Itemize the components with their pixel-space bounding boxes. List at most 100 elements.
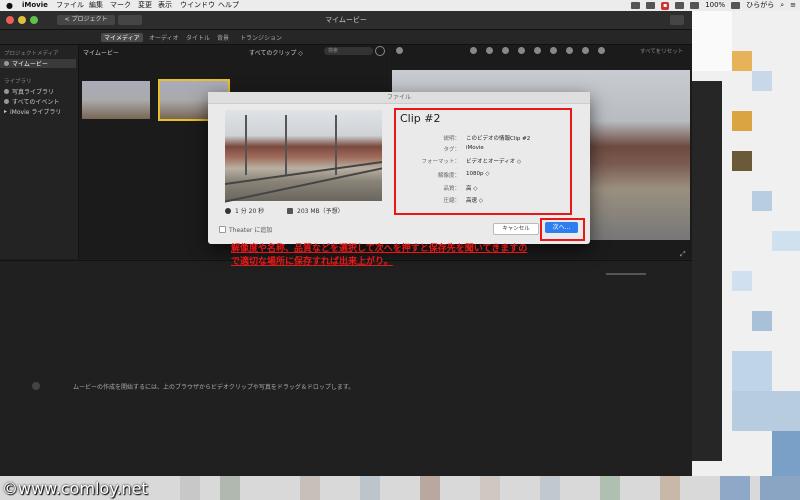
share-button[interactable] bbox=[670, 15, 684, 25]
speed-icon[interactable] bbox=[566, 47, 573, 54]
clip-title-field[interactable]: Clip #2 bbox=[400, 112, 441, 125]
menu-window[interactable]: ウインドウ bbox=[180, 0, 215, 11]
format-select[interactable]: ビデオとオーディオ ◇ bbox=[466, 157, 521, 165]
menu-modify[interactable]: 変更 bbox=[138, 0, 152, 11]
file-size-icon bbox=[287, 207, 293, 214]
sidebar-item-label: マイムービー bbox=[12, 61, 48, 68]
tab-backgrounds[interactable]: 背景 bbox=[217, 33, 229, 42]
size-value: 203 MB（予想） bbox=[297, 208, 344, 215]
clip-filter-icon[interactable] bbox=[582, 47, 589, 54]
property-label: 解像度： bbox=[437, 173, 460, 179]
photos-icon bbox=[4, 89, 9, 94]
description-field[interactable]: このビデオの情報Clip #2 bbox=[466, 134, 530, 142]
apple-icon[interactable]: ● bbox=[6, 0, 13, 11]
property-label: 圧縮： bbox=[443, 198, 460, 204]
tray-icon[interactable] bbox=[631, 2, 641, 9]
wifi-icon[interactable] bbox=[690, 2, 700, 9]
next-button[interactable]: 次へ... bbox=[545, 222, 578, 233]
battery-percent[interactable]: 100% bbox=[705, 0, 725, 11]
sidebar-item-all-events[interactable]: すべてのイベント bbox=[4, 97, 59, 106]
window-title: マイムービー bbox=[325, 16, 367, 24]
annotation-caption: 解像度や名称、品質などを選択して次へを押すと保存先を聞いてきますの で適切な場所… bbox=[231, 243, 576, 269]
import-icon[interactable] bbox=[126, 15, 142, 25]
title-bar: < プロジェクト マイムービー bbox=[0, 11, 692, 30]
clip-filter-dropdown[interactable]: すべてのクリップ ◇ bbox=[249, 48, 303, 57]
clip-preview-image bbox=[225, 110, 382, 203]
sidebar-item-label: iMovie ライブラリ bbox=[10, 109, 62, 116]
adjustment-toolbar: すべてをリセット bbox=[390, 45, 692, 57]
noise-reduction-icon[interactable] bbox=[550, 47, 557, 54]
property-label: 品質： bbox=[443, 186, 460, 192]
battery-icon[interactable] bbox=[731, 2, 741, 9]
cancel-button[interactable]: キャンセル bbox=[493, 223, 539, 235]
film-icon bbox=[4, 61, 9, 66]
browser-header: マイムービー bbox=[83, 50, 119, 57]
project-media-header: プロジェクトメディア bbox=[4, 51, 59, 57]
settings-icon[interactable] bbox=[375, 46, 385, 56]
theater-label: Theater に追加 bbox=[229, 227, 273, 234]
menu-help[interactable]: ヘルプ bbox=[218, 0, 239, 11]
magic-wand-icon[interactable] bbox=[396, 47, 403, 54]
adjacent-window-edge bbox=[692, 81, 722, 461]
menu-file[interactable]: ファイル bbox=[56, 0, 84, 11]
menu-view[interactable]: 表示 bbox=[158, 0, 172, 11]
disclosure-triangle-icon[interactable]: ▸ bbox=[4, 108, 7, 115]
quality-select[interactable]: 高 ◇ bbox=[466, 184, 477, 192]
menu-app-name[interactable]: iMovie bbox=[22, 0, 48, 11]
tab-audio[interactable]: オーディオ bbox=[149, 33, 179, 42]
tray-icon[interactable] bbox=[646, 2, 656, 9]
duration-value: 1 分 20 秒 bbox=[235, 208, 265, 215]
checkbox-icon[interactable] bbox=[219, 226, 226, 233]
caption-line: で適切な場所に保存すれば出来上がり。 bbox=[231, 257, 393, 267]
search-input[interactable]: 検索 bbox=[324, 47, 373, 55]
tags-field[interactable]: iMovie bbox=[466, 145, 484, 151]
timeline-placeholder-icon bbox=[32, 382, 40, 390]
menu-edit[interactable]: 編集 bbox=[89, 0, 103, 11]
clip-thumbnail[interactable] bbox=[82, 81, 150, 119]
minimize-window-icon[interactable] bbox=[18, 16, 26, 24]
property-label: 説明： bbox=[443, 136, 460, 142]
sidebar-item-imovie-library[interactable]: ▸ iMovie ライブラリ bbox=[4, 107, 61, 116]
reset-all-button[interactable]: すべてをリセット bbox=[640, 47, 683, 55]
mac-menu-bar: ● iMovie ファイル 編集 マーク 変更 表示 ウインドウ ヘルプ ▪ 1… bbox=[0, 0, 800, 11]
stabilization-icon[interactable] bbox=[518, 47, 525, 54]
duration-info: 1 分 20 秒 bbox=[225, 206, 264, 215]
library-header: ライブラリ bbox=[4, 79, 32, 85]
tray-icon[interactable] bbox=[675, 2, 685, 9]
close-window-icon[interactable] bbox=[6, 16, 14, 24]
zoom-slider[interactable] bbox=[606, 273, 646, 275]
theater-checkbox[interactable]: Theater に追加 bbox=[219, 225, 272, 234]
tab-titles[interactable]: タイトル bbox=[186, 33, 210, 42]
menu-user[interactable]: ひらがら bbox=[746, 0, 774, 11]
info-icon[interactable] bbox=[598, 47, 605, 54]
compression-select[interactable]: 高速 ◇ bbox=[466, 196, 483, 204]
fullscreen-icon[interactable]: ⤢ bbox=[680, 250, 686, 259]
color-balance-icon[interactable] bbox=[470, 47, 477, 54]
volume-icon[interactable] bbox=[534, 47, 541, 54]
sidebar-item-label: すべてのイベント bbox=[12, 99, 60, 106]
list-icon[interactable]: ≡ bbox=[790, 0, 796, 11]
color-correction-icon[interactable] bbox=[486, 47, 493, 54]
tab-transitions[interactable]: トランジション bbox=[240, 33, 282, 42]
crop-icon[interactable] bbox=[502, 47, 509, 54]
zoom-window-icon[interactable] bbox=[30, 16, 38, 24]
menu-mark[interactable]: マーク bbox=[110, 0, 131, 11]
sidebar-item-photos[interactable]: 写真ライブラリ bbox=[4, 87, 54, 96]
tray-badge-icon[interactable]: ▪ bbox=[661, 1, 670, 10]
clock-icon bbox=[225, 207, 231, 214]
property-label: フォーマット： bbox=[421, 159, 460, 165]
dialog-title: ファイル bbox=[208, 92, 590, 104]
projects-button[interactable]: < プロジェクト bbox=[57, 15, 115, 25]
events-icon bbox=[4, 99, 9, 104]
watermark: ©www.comloy.net bbox=[2, 479, 148, 498]
sidebar-item-my-movie[interactable]: マイムービー bbox=[0, 59, 76, 68]
property-label: タグ： bbox=[443, 147, 460, 153]
timeline: ムービーの作成を開始するには、上のブラウザからビデオクリップや写真をドラッグ＆ド… bbox=[0, 260, 692, 477]
tab-my-media[interactable]: マイメディア bbox=[101, 33, 143, 42]
search-icon[interactable]: ⌕ bbox=[780, 0, 784, 11]
timeline-empty-message: ムービーの作成を開始するには、上のブラウザからビデオクリップや写真をドラッグ＆ド… bbox=[73, 384, 355, 391]
media-tabs: マイメディア オーディオ タイトル 背景 トランジション bbox=[0, 30, 692, 45]
export-file-dialog: ファイル 1 分 20 秒 203 MB（予想） Theater に追加 Cli… bbox=[208, 92, 590, 244]
resolution-select[interactable]: 1080p ◇ bbox=[466, 171, 489, 177]
desktop-background bbox=[692, 11, 800, 476]
